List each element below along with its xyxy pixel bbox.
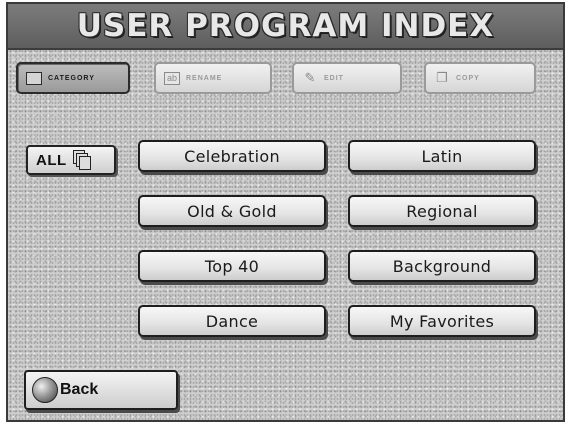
all-button[interactable]: ALL (26, 145, 116, 175)
category-button-old-and-gold[interactable]: Old & Gold (138, 195, 326, 227)
category-label: Latin (421, 146, 463, 166)
category-button-dance[interactable]: Dance (138, 305, 326, 337)
category-icon (26, 71, 42, 85)
category-label: Dance (205, 311, 259, 331)
tab-rename[interactable]: ab RENAME (154, 62, 272, 94)
screen: USER PROGRAM INDEX CATEGORY ab RENAME ✎ … (6, 2, 565, 422)
tab-category[interactable]: CATEGORY (16, 62, 130, 94)
stacked-pages-icon (72, 150, 93, 170)
category-button-latin[interactable]: Latin (348, 140, 536, 172)
category-label: Old & Gold (187, 201, 277, 221)
back-button-label: Back (60, 381, 99, 398)
back-button[interactable]: Back (24, 370, 178, 410)
category-button-my-favorites[interactable]: My Favorites (348, 305, 536, 337)
category-label: My Favorites (389, 311, 495, 331)
tab-copy[interactable]: ❐ COPY (424, 62, 536, 94)
category-button-regional[interactable]: Regional (348, 195, 536, 227)
category-label: Celebration (184, 146, 280, 166)
category-label: Regional (406, 201, 478, 221)
category-button-celebration[interactable]: Celebration (138, 140, 326, 172)
rename-icon: ab (164, 71, 180, 85)
back-knob-icon (32, 377, 58, 403)
tab-edit-label: EDIT (324, 74, 344, 82)
category-button-top-40[interactable]: Top 40 (138, 250, 326, 282)
copy-icon: ❐ (436, 70, 448, 85)
edit-icon: ✎ (304, 70, 316, 85)
tab-category-label: CATEGORY (48, 74, 95, 82)
all-button-label: ALL (36, 151, 67, 169)
tab-edit[interactable]: ✎ EDIT (292, 62, 402, 94)
category-label: Top 40 (204, 256, 260, 276)
tab-rename-label: RENAME (186, 74, 223, 82)
category-button-background[interactable]: Background (348, 250, 536, 282)
category-label: Background (392, 256, 492, 276)
tab-copy-label: COPY (456, 74, 480, 82)
title-bar: USER PROGRAM INDEX (8, 4, 563, 50)
page-title: USER PROGRAM INDEX (76, 8, 495, 44)
